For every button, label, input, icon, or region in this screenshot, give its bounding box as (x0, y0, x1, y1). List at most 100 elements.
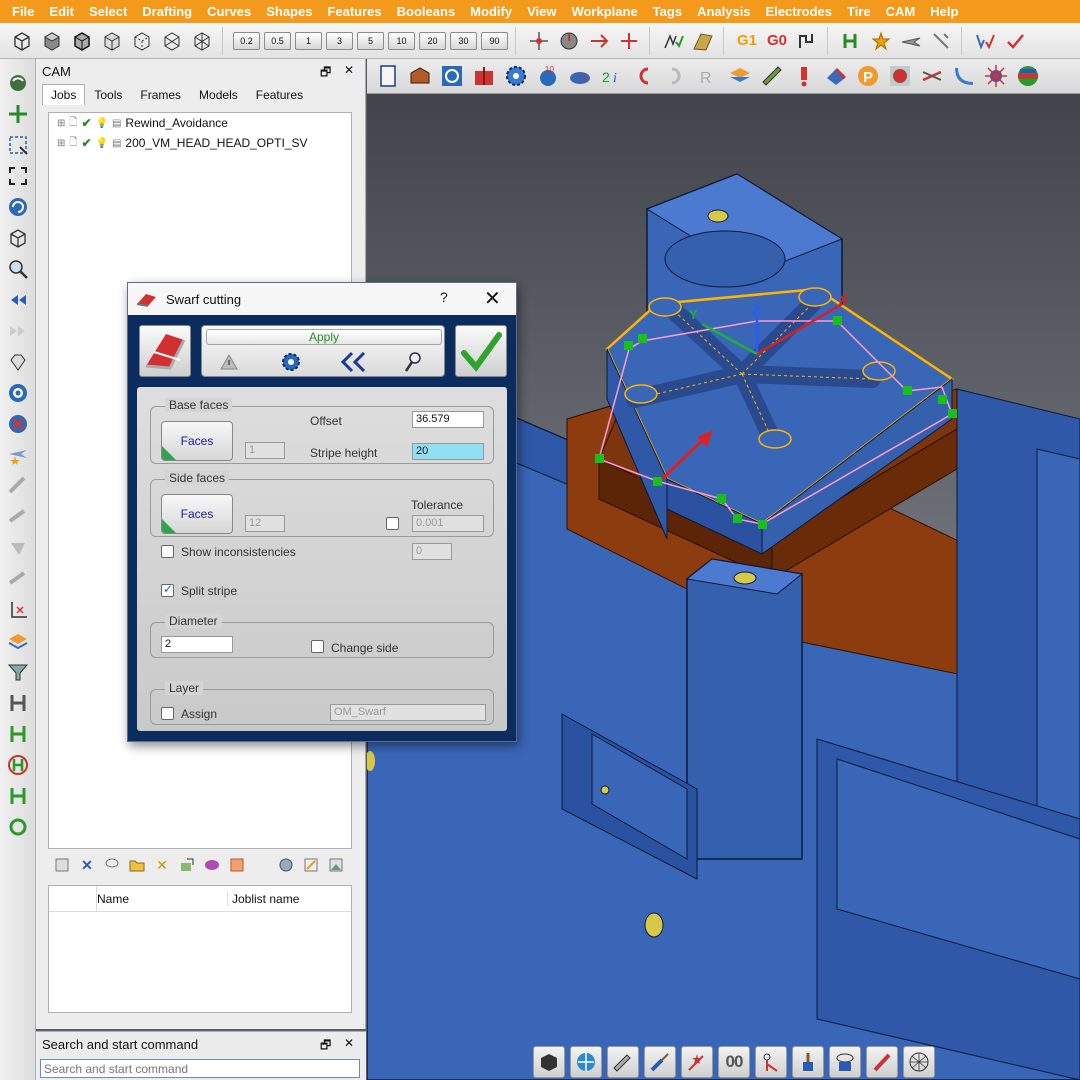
zoom-5-button[interactable]: 5 (357, 31, 384, 50)
pencil-surface-icon[interactable] (607, 1045, 639, 1078)
cancel-circle-icon[interactable] (4, 410, 32, 438)
cut-icon[interactable] (917, 62, 946, 91)
zoom-20-button[interactable]: 20 (419, 31, 446, 50)
tolerance-checkbox[interactable] (386, 517, 399, 530)
g1-button[interactable]: G1 (733, 27, 761, 55)
menu-tire[interactable]: Tire (841, 4, 877, 19)
diameter-input[interactable]: 2 (161, 636, 233, 653)
info-icon[interactable]: i (565, 62, 594, 91)
split-stripe-checkbox[interactable] (161, 582, 174, 597)
dial-icon[interactable] (555, 27, 583, 55)
layer-name-input[interactable]: OM_Swarf (330, 704, 486, 721)
view-shaded-edges-icon[interactable] (68, 27, 96, 55)
show-inconsistencies-checkbox[interactable] (161, 545, 174, 558)
job-tree-item[interactable]: ⊞ 🗋 ✔ 💡 ▤ Rewind_Avoidance (49, 113, 351, 133)
menu-features[interactable]: Features (321, 4, 387, 19)
expand-icon[interactable]: ⊞ (57, 118, 65, 129)
drill-icon[interactable] (927, 27, 955, 55)
warning-icon[interactable] (789, 62, 818, 91)
regen-icon[interactable]: R (693, 62, 722, 91)
image-icon[interactable] (326, 855, 346, 875)
view-top-icon[interactable] (158, 27, 186, 55)
tool-icon-4[interactable] (4, 565, 32, 593)
magnify-icon[interactable] (4, 255, 32, 283)
layers-orange-icon[interactable] (4, 627, 32, 655)
zoom-0.2-button[interactable]: 0.2 (233, 31, 260, 50)
base-faces-button[interactable]: Faces (161, 421, 233, 461)
eye-bucket-icon[interactable] (829, 1045, 861, 1078)
view-iso-icon[interactable] (128, 27, 156, 55)
crosshair-icon[interactable] (525, 27, 553, 55)
cube-view-icon[interactable] (4, 224, 32, 252)
new-file-icon[interactable] (373, 62, 402, 91)
settings-gear-icon[interactable] (278, 350, 304, 374)
h-frame-icon[interactable] (837, 27, 865, 55)
globe-icon[interactable] (276, 855, 296, 875)
h-green-icon[interactable] (4, 720, 32, 748)
refresh-icon[interactable] (4, 193, 32, 221)
export-icon[interactable] (177, 855, 197, 875)
menu-edit[interactable]: Edit (43, 4, 80, 19)
lasso-icon[interactable] (102, 855, 122, 875)
globe-color-icon[interactable] (1013, 62, 1042, 91)
redo-icon[interactable] (661, 62, 690, 91)
shaded-cube-icon[interactable] (533, 1045, 565, 1078)
magic-icon[interactable]: ✕ (152, 855, 172, 875)
wire-globe-icon[interactable] (903, 1045, 935, 1078)
undo-icon[interactable] (629, 62, 658, 91)
tab-features[interactable]: Features (247, 84, 312, 105)
bulb-icon[interactable]: 💡 (96, 138, 108, 149)
brush-icon[interactable] (644, 1045, 676, 1078)
gift-box-icon[interactable] (469, 62, 498, 91)
close-panel-icon[interactable]: ✕ (344, 63, 354, 77)
surface-icon[interactable] (689, 27, 717, 55)
paint-icon[interactable] (821, 62, 850, 91)
apply-button[interactable]: Apply (206, 329, 442, 345)
info-2-icon[interactable]: 2i (597, 62, 626, 91)
gear-blue-icon[interactable] (501, 62, 530, 91)
float-search-icon[interactable]: 🗗 (320, 1036, 331, 1057)
change-side-checkbox[interactable] (311, 640, 324, 653)
forward-icon[interactable] (4, 317, 32, 345)
folder-icon[interactable] (127, 855, 147, 875)
path-check-icon[interactable] (659, 27, 687, 55)
menu-view[interactable]: View (521, 4, 562, 19)
ruler-icon[interactable] (757, 62, 786, 91)
tolerance-input[interactable]: 0.001 (412, 515, 484, 532)
zoom-10-button[interactable]: 10 (388, 31, 415, 50)
tool-icon-2[interactable] (4, 503, 32, 531)
zoom-3-button[interactable]: 3 (326, 31, 353, 50)
view-mesh-icon[interactable] (188, 27, 216, 55)
tab-tools[interactable]: Tools (85, 84, 131, 105)
axes-yx-icon[interactable] (4, 596, 32, 624)
job-tree-item[interactable]: ⊞ 🗋 ✔ 💡 ▤ 200_VM_HEAD_HEAD_OPTI_SV (49, 133, 351, 153)
arrow-red-icon[interactable] (585, 27, 613, 55)
counter-10-icon[interactable]: 10 (533, 62, 562, 91)
expand-icon[interactable]: ⊞ (57, 138, 65, 149)
assign-layer-checkbox[interactable] (161, 707, 174, 720)
rewind-icon[interactable] (4, 286, 32, 314)
h-green-alt-icon[interactable] (4, 782, 32, 810)
new-joblist-icon[interactable] (52, 855, 72, 875)
close-search-icon[interactable]: ✕ (344, 1036, 354, 1050)
menu-help[interactable]: Help (924, 4, 964, 19)
target-icon[interactable] (615, 27, 643, 55)
menu-modify[interactable]: Modify (464, 4, 518, 19)
back-arrows-icon[interactable] (340, 350, 366, 374)
delete-icon[interactable]: ✕ (77, 855, 97, 875)
tool-icon-3[interactable] (4, 534, 32, 562)
zoom-window-icon[interactable] (4, 131, 32, 159)
menu-analysis[interactable]: Analysis (691, 4, 756, 19)
menu-workplane[interactable]: Workplane (565, 4, 643, 19)
circle-green-icon[interactable] (4, 813, 32, 841)
column-name[interactable]: Name (97, 892, 227, 906)
bulb-icon[interactable]: 💡 (96, 118, 108, 129)
zoom-30-button[interactable]: 30 (450, 31, 477, 50)
text-00-button[interactable]: 00 (718, 1045, 750, 1078)
menu-drafting[interactable]: Drafting (136, 4, 198, 19)
h-gray-icon[interactable] (4, 689, 32, 717)
tool-icon-1[interactable] (4, 472, 32, 500)
report-icon[interactable] (301, 855, 321, 875)
help-button[interactable]: ? (440, 289, 448, 305)
open-box-icon[interactable] (405, 62, 434, 91)
